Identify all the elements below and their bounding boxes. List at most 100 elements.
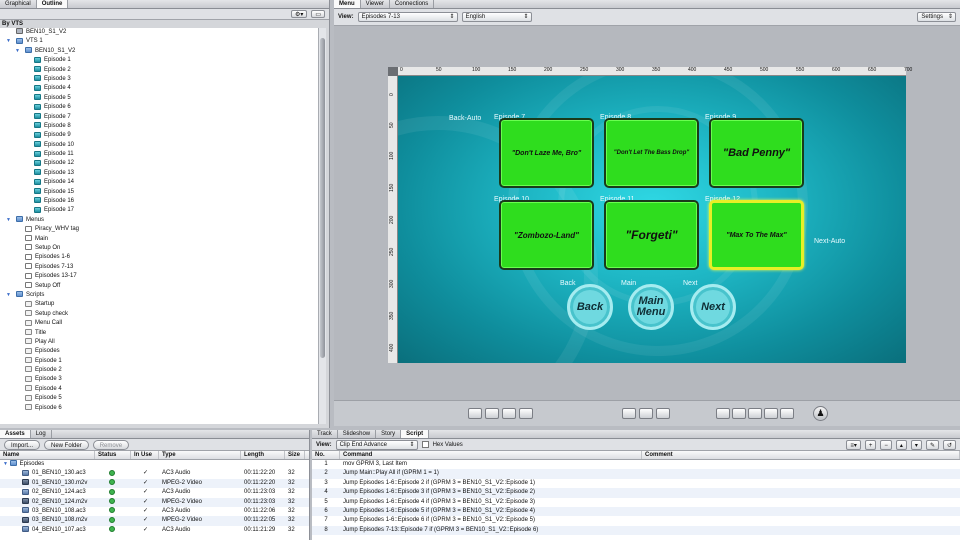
add-layer-icon[interactable] (519, 408, 533, 419)
hex-checkbox[interactable] (421, 441, 429, 448)
zoom-in-icon[interactable] (748, 408, 762, 419)
outline-item[interactable]: Title (0, 328, 318, 338)
add-button-icon[interactable] (468, 408, 482, 419)
grid-icon[interactable] (780, 408, 794, 419)
fit-icon[interactable] (764, 408, 778, 419)
asset-row[interactable]: 03_BEN10_108.ac3 ✓ AC3 Audio 00:11:22:06 32 (0, 507, 309, 516)
tab-menu[interactable]: Menu (334, 0, 361, 8)
view-select[interactable]: Episodes 7-13 (357, 12, 458, 22)
episode-11-button[interactable]: "Forgeti" (604, 200, 699, 270)
tab-outline[interactable]: Outline (36, 0, 69, 8)
outline-item[interactable]: Episode 2 (0, 65, 318, 75)
outline-item[interactable]: Episodes (0, 347, 318, 356)
outline-item[interactable]: ▼ VTS 1 (0, 37, 318, 46)
zoom-out-icon[interactable] (732, 408, 746, 419)
menu-background[interactable]: Back-Auto Next-Auto Episode 7 "Don't Laz… (398, 76, 906, 363)
next-button[interactable]: Next (690, 284, 736, 330)
disclosure-triangle-icon[interactable]: ▼ (3, 461, 8, 467)
settings-select[interactable]: Settings (917, 12, 956, 22)
outline-collapse-button[interactable]: ▭ (311, 10, 325, 18)
episode-10-button[interactable]: "Zombozo-Land" (499, 200, 594, 270)
outline-item[interactable]: Setup check (0, 310, 318, 319)
outline-item[interactable]: Play All (0, 338, 318, 347)
outline-item[interactable]: Episodes 7-13 (0, 263, 318, 272)
asset-row[interactable]: 02_BEN10_124.m2v ✓ MPEG-2 Video 00:11:23:03… (0, 497, 309, 507)
tab-script[interactable]: Script (401, 430, 430, 438)
tab-assets[interactable]: Assets (0, 430, 31, 438)
outline-item[interactable]: Menu Call (0, 319, 318, 328)
outline-item[interactable]: Episode 3 (0, 75, 318, 84)
add-text-icon[interactable] (485, 408, 499, 419)
outline-item[interactable]: Episode 5 (0, 94, 318, 103)
col-command[interactable]: Command (340, 451, 642, 459)
monitor-icon[interactable] (656, 408, 670, 419)
outline-item[interactable]: Episode 10 (0, 141, 318, 150)
col-comment[interactable]: Comment (642, 451, 960, 459)
tab-track[interactable]: Track (312, 430, 338, 438)
col-name[interactable]: Name (0, 451, 95, 459)
outline-item[interactable]: ▼ BEN10_S1_V2 (0, 47, 318, 56)
asset-row[interactable]: 01_BEN10_130.m2v ✓ MPEG-2 Video 00:11:22:20… (0, 478, 309, 489)
disclosure-triangle-icon[interactable]: ▼ (6, 216, 11, 225)
script-row[interactable]: 4 Jump Episodes 1-6::Episode 3 if (GPRM 3… (312, 488, 960, 498)
episode-12-button[interactable]: "Max To The Max" (709, 200, 804, 270)
comment-button[interactable]: ✎ (925, 439, 939, 450)
script-menu-button[interactable]: ≡▾ (846, 439, 861, 450)
remove-command-button[interactable]: − (880, 439, 892, 450)
episode-9-button[interactable]: "Bad Penny" (709, 118, 804, 188)
outline-item[interactable]: Episode 14 (0, 178, 318, 187)
outline-scrollbar[interactable] (318, 28, 326, 424)
script-row[interactable]: 1 mov GPRM 3, Last Item (312, 460, 960, 469)
outline-item[interactable]: Setup On (0, 244, 318, 253)
tab-log[interactable]: Log (31, 430, 52, 438)
add-drop-zone-icon[interactable] (502, 408, 516, 419)
outline-item[interactable]: ▼ Menus (0, 216, 318, 225)
tab-slideshow[interactable]: Slideshow (338, 430, 377, 438)
accessibility-icon[interactable]: ♟ (813, 406, 828, 421)
outline-item[interactable]: Episode 6 (0, 103, 318, 112)
outline-item[interactable]: Episode 16 (0, 197, 318, 206)
outline-item[interactable]: Piracy_WHV tag (0, 225, 318, 234)
outline-item[interactable]: Episode 3 (0, 375, 318, 384)
back-button[interactable]: Back (567, 284, 613, 330)
outline-item[interactable]: Startup (0, 300, 318, 309)
title-safe-icon[interactable] (716, 408, 730, 419)
episode-8-button[interactable]: "Don't Let The Bass Drop" (604, 118, 699, 188)
outline-item[interactable]: Episode 4 (0, 84, 318, 93)
episode-7-button[interactable]: "Don't Laze Me, Bro" (499, 118, 594, 188)
col-size[interactable]: Size (285, 451, 305, 459)
outline-scroll-thumb[interactable] (320, 38, 325, 358)
folder-icon[interactable] (622, 408, 636, 419)
asset-row[interactable]: 01_BEN10_130.ac3 ✓ AC3 Audio 00:11:22:20 32 (0, 469, 309, 478)
outline-item[interactable]: Episodes 1-6 (0, 253, 318, 262)
col-inuse[interactable]: In Use (131, 451, 159, 459)
col-type[interactable]: Type (159, 451, 241, 459)
assets-folder-row[interactable]: ▼ Episodes (0, 460, 309, 469)
disclosure-triangle-icon[interactable]: ▼ (6, 291, 11, 300)
script-row[interactable]: 5 Jump Episodes 1-6::Episode 4 if (GPRM 3… (312, 498, 960, 507)
new-folder-button[interactable]: New Folder (44, 439, 89, 450)
import-button[interactable]: Import... (4, 439, 41, 450)
outline-item[interactable]: ▼ Scripts (0, 291, 318, 300)
script-row[interactable]: 8 Jump Episodes 7-13::Episode 7 if (GPRM … (312, 525, 960, 536)
remove-button[interactable]: Remove (92, 439, 130, 450)
script-view-select[interactable]: Clip End Advance (335, 439, 418, 450)
asset-row[interactable]: 04_BEN10_107.ac3 ✓ AC3 Audio 00:11:21:29 32 (0, 526, 309, 535)
asset-row[interactable]: 02_BEN10_124.ac3 ✓ AC3 Audio 00:11:23:03 32 (0, 488, 309, 497)
undo-button[interactable]: ↺ (942, 439, 956, 450)
script-row[interactable]: 2 Jump Main::Play All if (GPRM 1 = 1) (312, 469, 960, 479)
col-length[interactable]: Length (241, 451, 285, 459)
outline-item[interactable]: Episode 8 (0, 122, 318, 131)
add-command-button[interactable]: + (864, 439, 877, 450)
outline-item[interactable]: Episode 15 (0, 188, 318, 197)
outline-item[interactable]: BEN10_S1_V2 (0, 28, 318, 37)
outline-item[interactable]: Episode 11 (0, 150, 318, 159)
outline-item[interactable]: Main (0, 235, 318, 244)
outline-item[interactable]: Episode 4 (0, 385, 318, 394)
outline-item[interactable]: Episodes 13-17 (0, 272, 318, 281)
disclosure-triangle-icon[interactable]: ▼ (6, 37, 11, 46)
outline-item[interactable]: Episode 2 (0, 366, 318, 375)
tab-story[interactable]: Story (376, 430, 402, 438)
outline-action-button[interactable]: ⚙▾ (290, 10, 308, 18)
outline-item[interactable]: Episode 12 (0, 159, 318, 168)
